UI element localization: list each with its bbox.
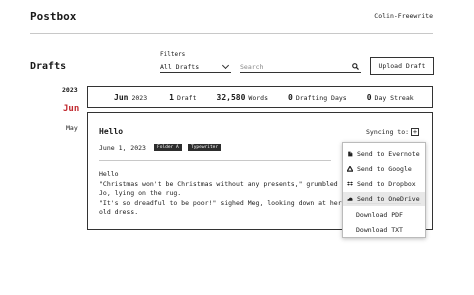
google-icon [347,166,353,172]
timeline-year: 2023 [62,86,78,94]
card-divider [99,160,331,161]
syncing-label: Syncing to: [366,128,410,136]
stats-words: 32,580 Words [217,93,268,102]
timeline-month-active[interactable]: Jun [63,104,79,114]
page-title: Drafts [30,61,67,72]
timeline-month[interactable]: May [66,124,78,132]
user-menu[interactable]: Colin-Freewrite [374,12,433,20]
stats-period: Jun 2023 [114,93,147,102]
menu-item-download-txt[interactable]: Download TXT [343,223,425,237]
plus-icon: + [412,127,418,136]
stats-drafting-days: 0 Drafting Days [288,93,347,102]
stats-year: 2023 [131,93,148,102]
filter-selected-value: All Drafts [160,62,200,71]
upload-draft-button[interactable]: Upload Draft [370,57,434,75]
sync-menu: Send to Evernote Send to Google Send to … [342,142,426,238]
search-placeholder: Search [240,62,264,71]
stats-streak: 0 Day Streak [367,93,414,102]
stats-month: Jun [114,92,129,102]
stats-words-label: Words [248,93,268,102]
menu-divider [347,203,421,204]
stats-drafting-value: 0 [288,92,293,102]
menu-item-google[interactable]: Send to Google [343,162,425,176]
draft-title[interactable]: Hello [99,127,123,136]
menu-item-dropbox[interactable]: Send to Dropbox [343,177,425,191]
chevron-down-icon [221,61,230,69]
draft-body: Hello "Christmas won't be Christmas with… [99,170,342,216]
evernote-icon [347,151,353,157]
menu-item-label: Send to Google [357,165,412,173]
menu-item-label: Send to OneDrive [357,195,420,203]
stats-words-value: 32,580 [216,92,246,102]
filter-dropdown[interactable]: All Drafts [160,61,231,73]
menu-item-label: Download PDF [356,211,403,219]
stats-streak-value: 0 [366,92,372,102]
menu-item-label: Send to Evernote [357,150,420,158]
search-icon[interactable] [352,63,359,70]
stats-drafting-label: Drafting Days [295,93,347,102]
onedrive-icon [347,196,353,202]
stats-drafts-value: 1 [169,92,174,102]
menu-item-label: Download TXT [356,226,403,234]
filters-label: Filters [160,51,186,58]
stats-drafts: 1 Draft [169,93,196,102]
draft-date: June 1, 2023 [99,144,146,152]
add-sync-button[interactable]: + [411,128,419,136]
stats-bar: Jun 2023 1 Draft 32,580 Words 0 Drafting… [87,86,433,108]
stats-streak-label: Day Streak [374,93,414,102]
menu-item-download-pdf[interactable]: Download PDF [343,208,425,222]
folder-tag[interactable]: Folder A [154,144,182,151]
menu-item-evernote[interactable]: Send to Evernote [343,147,425,161]
app-brand[interactable]: Postbox [30,10,76,23]
header-divider [30,33,433,34]
dropbox-icon [347,181,353,187]
menu-item-label: Send to Dropbox [357,180,416,188]
search-input[interactable]: Search [240,61,361,73]
stats-drafts-label: Draft [176,93,197,102]
device-tag[interactable]: Typewriter [188,144,222,151]
